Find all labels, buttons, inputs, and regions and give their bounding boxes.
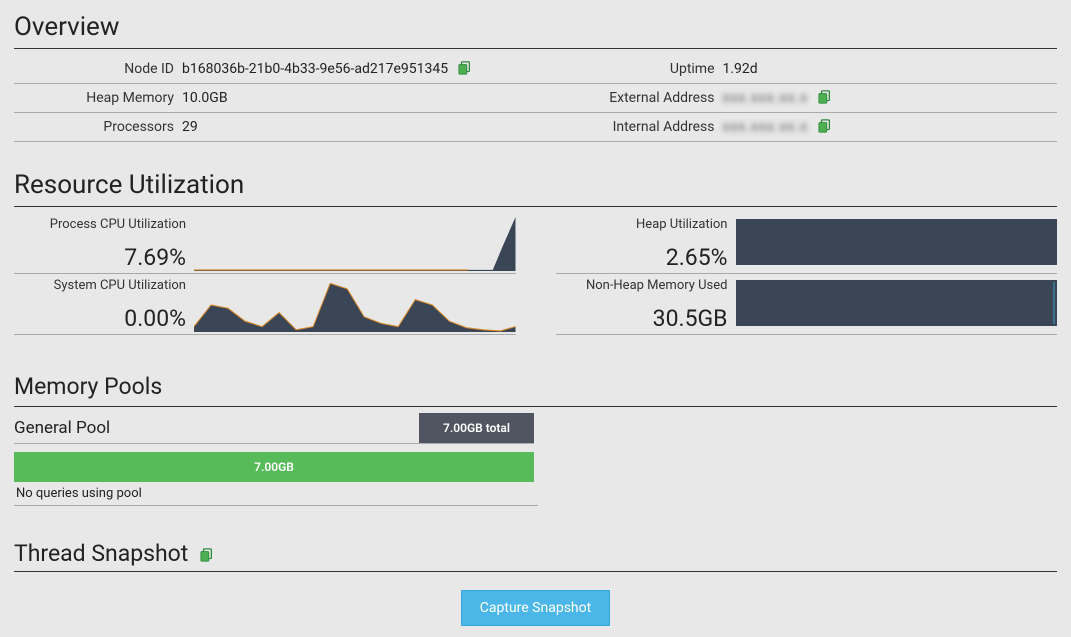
nonheap-memory-bar xyxy=(736,280,1058,326)
overview-label: Processors xyxy=(14,113,182,142)
resource-utilization-grid: Process CPU Utilization 7.69% System CPU… xyxy=(14,213,1057,335)
memory-pool-total: 7.00GB total xyxy=(419,413,534,443)
process-cpu-sparkline xyxy=(194,217,516,271)
overview-title: Overview xyxy=(14,12,1057,42)
copy-icon[interactable] xyxy=(458,61,472,75)
heap-utilization-value: 2.65% xyxy=(556,244,728,271)
processors-value: 29 xyxy=(182,113,517,142)
system-cpu-sparkline xyxy=(194,278,516,332)
heap-memory-value: 10.0GB xyxy=(182,84,517,113)
external-address-value: xxx.xxx.xx.x xyxy=(723,84,1058,113)
heap-utilization-label: Heap Utilization xyxy=(556,217,728,232)
overview-label: Internal Address xyxy=(555,113,723,142)
system-cpu-row: System CPU Utilization 0.00% xyxy=(14,274,516,335)
uptime-value: 1.92d xyxy=(723,55,1058,84)
overview-divider xyxy=(14,48,1057,49)
memory-pool-used-bar: 7.00GB xyxy=(14,452,534,482)
nonheap-memory-label: Non-Heap Memory Used xyxy=(556,278,728,293)
internal-address-value: xxx.xxx.xx.x xyxy=(723,113,1058,142)
memory-pool-name: General Pool xyxy=(14,413,419,443)
memory-pool-header: General Pool 7.00GB total xyxy=(14,413,534,444)
overview-table: Node ID b168036b-21b0-4b33-9e56-ad217e95… xyxy=(14,55,1057,142)
process-cpu-label: Process CPU Utilization xyxy=(14,217,186,232)
copy-icon[interactable] xyxy=(200,547,214,561)
thread-snapshot-divider xyxy=(14,571,1057,572)
overview-label: Node ID xyxy=(14,55,182,84)
nonheap-memory-value: 30.5GB xyxy=(556,305,728,332)
memory-pools-divider xyxy=(14,406,1057,407)
memory-pool-status: No queries using pool xyxy=(14,482,538,506)
resource-utilization-title: Resource Utilization xyxy=(14,170,1057,200)
system-cpu-value: 0.00% xyxy=(14,305,186,332)
overview-value: b168036b-21b0-4b33-9e56-ad217e951345 xyxy=(182,55,517,84)
system-cpu-label: System CPU Utilization xyxy=(14,278,186,293)
nonheap-memory-row: Non-Heap Memory Used 30.5GB xyxy=(556,274,1058,335)
overview-label: Heap Memory xyxy=(14,84,182,113)
copy-icon[interactable] xyxy=(818,119,832,133)
redacted-value: xxx.xxx.xx.x xyxy=(723,119,809,135)
memory-pools-title: Memory Pools xyxy=(14,373,1057,400)
overview-label: External Address xyxy=(555,84,723,113)
heap-utilization-bar xyxy=(736,219,1058,265)
copy-icon[interactable] xyxy=(818,90,832,104)
process-cpu-row: Process CPU Utilization 7.69% xyxy=(14,213,516,274)
thread-snapshot-title: Thread Snapshot xyxy=(14,540,188,567)
heap-utilization-row: Heap Utilization 2.65% xyxy=(556,213,1058,274)
resource-divider xyxy=(14,206,1057,207)
overview-label: Uptime xyxy=(555,55,723,84)
process-cpu-value: 7.69% xyxy=(14,244,186,271)
node-id-value: b168036b-21b0-4b33-9e56-ad217e951345 xyxy=(182,61,448,77)
capture-snapshot-button[interactable]: Capture Snapshot xyxy=(461,590,610,626)
redacted-value: xxx.xxx.xx.x xyxy=(723,90,809,106)
